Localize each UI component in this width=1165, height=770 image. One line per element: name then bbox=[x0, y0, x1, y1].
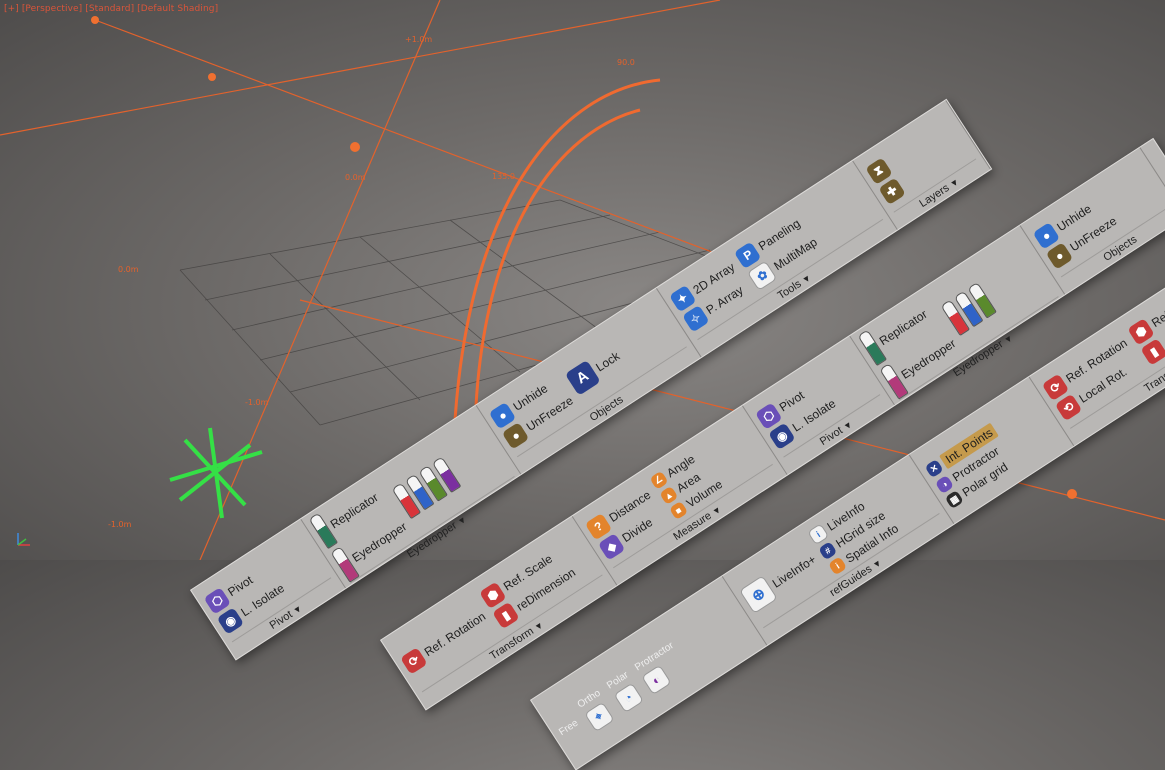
layers-manager-icon[interactable]: ✚ bbox=[877, 177, 906, 205]
spatial-info-icon: i bbox=[827, 555, 848, 576]
hgrid-icon: # bbox=[817, 540, 838, 560]
area-icon: ▲ bbox=[658, 485, 678, 505]
lock-button[interactable]: A Lock bbox=[564, 343, 626, 396]
ortho-icon: ⌖ bbox=[583, 701, 614, 732]
chevron-down-icon: ▼ bbox=[710, 504, 724, 518]
ref-rotation-label: Ref. Rotation bbox=[421, 608, 488, 659]
int-points-icon: ✕ bbox=[924, 458, 944, 479]
chevron-down-icon: ▼ bbox=[532, 619, 546, 633]
ortho-mode[interactable]: Ortho ⌖ bbox=[575, 687, 616, 732]
viewport-label[interactable]: [+] [Perspective] [Standard] [Default Sh… bbox=[4, 4, 218, 14]
chevron-down-icon: ▼ bbox=[1002, 332, 1015, 346]
axis-tripod-icon bbox=[17, 533, 30, 546]
liveinfo-plus-label: LiveInfo+ bbox=[769, 551, 819, 591]
transform-gizmo[interactable] bbox=[169, 427, 263, 519]
polar-grid-icon: ▦ bbox=[944, 489, 964, 510]
polar-icon: ◔ bbox=[612, 682, 644, 713]
chevron-down-icon: ▼ bbox=[870, 557, 884, 571]
chevron-down-icon: ▼ bbox=[948, 176, 961, 190]
chevron-down-icon: ▼ bbox=[291, 602, 305, 617]
lock-label: Lock bbox=[593, 348, 622, 375]
eyedropper-variants bbox=[391, 456, 462, 520]
eyedropper-variants-2 bbox=[940, 281, 997, 337]
protractor-mode[interactable]: Protractor ◐ bbox=[633, 640, 690, 695]
free-mode[interactable]: Free bbox=[557, 717, 580, 737]
angle-icon: ∠ bbox=[648, 470, 669, 490]
volume-icon: ■ bbox=[668, 500, 688, 520]
chevron-down-icon: ▼ bbox=[800, 272, 814, 286]
chevron-down-icon: ▼ bbox=[841, 418, 855, 433]
redimension-icon: ▮ bbox=[1140, 337, 1165, 366]
free-label: Free bbox=[556, 717, 581, 738]
chevron-down-icon: ▼ bbox=[455, 513, 469, 528]
polar-mode[interactable]: Polar ◔ bbox=[605, 669, 645, 713]
protractor-small-icon: ◑ bbox=[934, 474, 955, 495]
protractor-icon: ◐ bbox=[640, 664, 672, 695]
